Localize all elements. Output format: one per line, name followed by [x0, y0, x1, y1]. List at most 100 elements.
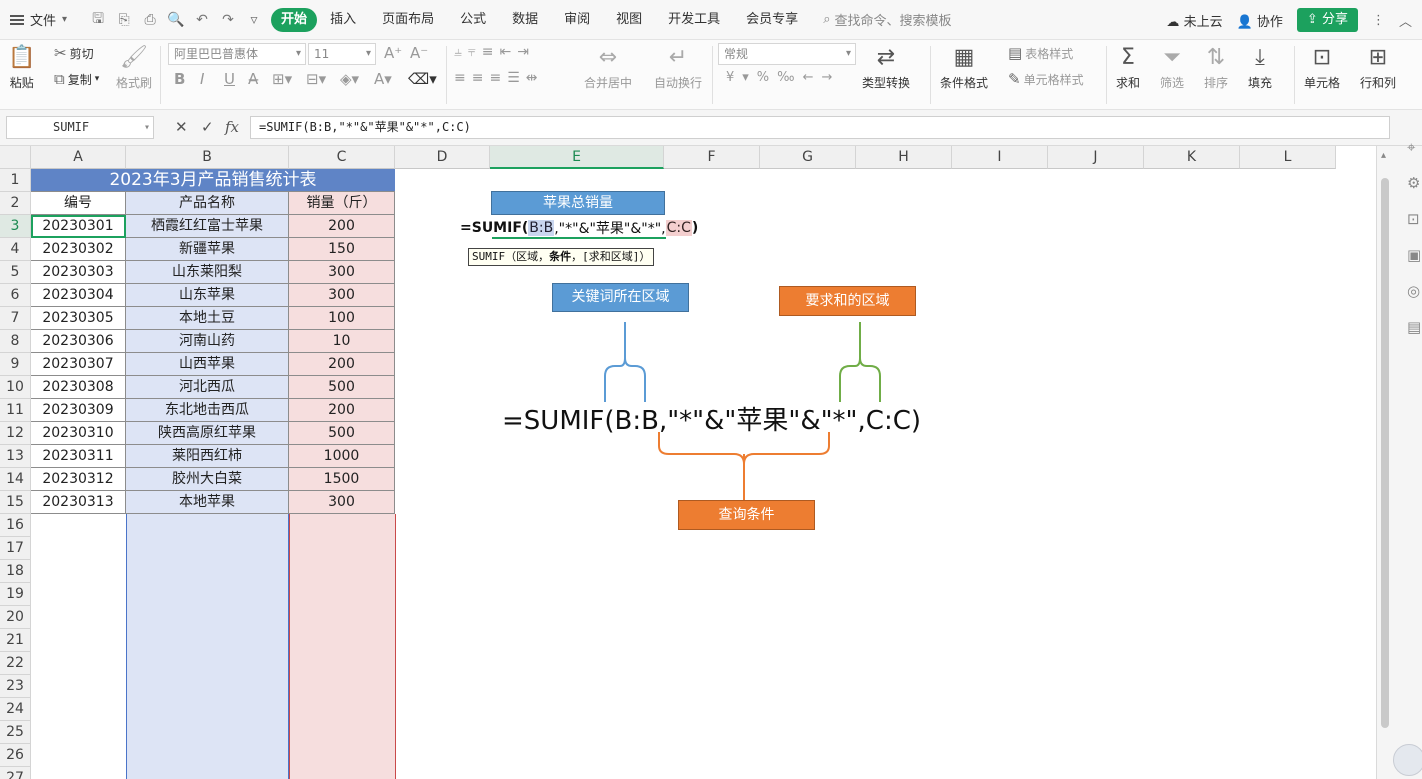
tab-member[interactable]: 会员专享 [733, 8, 811, 32]
search-placeholder: 查找命令、搜索模板 [834, 14, 952, 29]
cell-style-brush-icon: ✎ [1008, 70, 1021, 88]
crop-icon[interactable]: ⊡ [1407, 210, 1420, 228]
font-color-icon[interactable]: A▾ [374, 70, 392, 88]
font-name-select[interactable]: 阿里巴巴普惠体 [168, 43, 306, 65]
copy-icon: ⧉ [54, 70, 65, 88]
collab-button[interactable]: 👤 协作 [1237, 11, 1283, 30]
paste-button[interactable]: 📋 粘贴 [8, 42, 35, 91]
sort-icon: ⇅ [1206, 45, 1226, 70]
share-icon: ⇪ [1306, 12, 1318, 27]
copy-button[interactable]: ⧉ 复制 ▾ [54, 70, 99, 88]
tab-home[interactable]: 开始 [271, 7, 318, 32]
wrap-icon: ↵ [668, 45, 688, 70]
print-preview-icon[interactable]: 🔍 [165, 9, 187, 31]
sum-button[interactable]: Σ 求和 [1116, 42, 1140, 91]
cell-style-button[interactable]: ✎ 单元格样式 [1008, 70, 1084, 88]
file-menu[interactable]: 文件 ▾ [0, 6, 77, 34]
sliders-icon[interactable]: ⚙ [1407, 174, 1420, 192]
underline-icon[interactable]: U [224, 70, 235, 88]
cloud-icon: ☁ [1166, 14, 1180, 30]
tab-insert[interactable]: 插入 [317, 8, 369, 32]
formula-input[interactable]: =SUMIF(B:B,"*"&"苹果"&"*",C:C) [250, 116, 1390, 139]
big-formula-text: =SUMIF(B:B,"*"&"苹果"&"*",C:C) [502, 406, 921, 436]
merge-icon: ⇔ [598, 45, 618, 70]
font-grow-icon[interactable]: A⁺ [384, 44, 402, 62]
border-icon[interactable]: ⊞▾ [272, 70, 292, 88]
brace-annotations [604, 322, 881, 500]
tab-data[interactable]: 数据 [499, 8, 551, 32]
confirm-icon[interactable]: ✓ [201, 118, 214, 136]
image-icon[interactable]: ▣ [1407, 246, 1421, 264]
clear-icon[interactable]: ⌫▾ [408, 70, 437, 88]
strikethrough-icon[interactable]: A̶ [248, 70, 258, 88]
italic-icon[interactable]: I [200, 70, 204, 88]
right-menu: ☁ 未上云 👤 协作 ⇪ 分享 ⋮ ︿ [1166, 8, 1412, 32]
table-style-button[interactable]: ▤ 表格样式 [1008, 44, 1073, 62]
wrap-text-button[interactable]: ↵ 自动换行 [654, 42, 702, 91]
font-shrink-icon[interactable]: A⁻ [410, 44, 428, 62]
ribbon-tabs: 开始 插入 页面布局 公式 数据 审阅 视图 开发工具 会员专享 [271, 7, 811, 32]
ribbon-separator [712, 46, 713, 104]
cancel-icon[interactable]: ✕ [175, 118, 188, 136]
tab-view[interactable]: 视图 [603, 8, 655, 32]
share-button[interactable]: ⇪ 分享 [1296, 8, 1358, 32]
tab-review[interactable]: 审阅 [551, 8, 603, 32]
funnel-icon: ⏷ [1163, 45, 1181, 70]
bold-icon[interactable]: B [174, 70, 185, 88]
file-menu-label: 文件 [30, 14, 57, 29]
search-icon: ⌕ [823, 12, 831, 27]
tab-developer[interactable]: 开发工具 [655, 8, 733, 32]
sigma-icon: Σ [1121, 45, 1135, 70]
tab-formulas[interactable]: 公式 [447, 8, 499, 32]
query-condition-label[interactable]: 查询条件 [678, 500, 815, 530]
clipboard-icon: 📋 [8, 45, 36, 70]
customize-icon[interactable]: ▿ [243, 9, 265, 31]
book-icon[interactable]: ▤ [1407, 318, 1421, 336]
align-horizontal-icons[interactable]: ≡≡≡☰⇹ [454, 70, 543, 86]
table-grid-icon: ▦ [953, 45, 975, 70]
pointer-icon[interactable]: ⌖ [1407, 138, 1415, 156]
number-format-icons[interactable]: ¥▾%‰←→ [726, 70, 840, 85]
formula-bar: SUMIF ✕ ✓ fx =SUMIF(B:B,"*"&"苹果"&"*",C:C… [0, 110, 1422, 146]
save-icon[interactable]: 🖫 [87, 9, 109, 31]
sort-button[interactable]: ⇅ 排序 [1204, 42, 1228, 91]
tab-page-layout[interactable]: 页面布局 [369, 8, 447, 32]
number-format-select[interactable]: 常规 [718, 43, 856, 65]
type-convert-button[interactable]: ⇄ 类型转换 [862, 42, 910, 91]
ribbon-separator [160, 46, 161, 104]
fill-button[interactable]: ⤓ 填充 [1248, 42, 1272, 91]
filter-button[interactable]: ⏷ 筛选 [1160, 42, 1184, 91]
location-icon[interactable]: ◎ [1407, 282, 1420, 300]
menu-bar: 文件 ▾ 🖫 ⎘ ⎙ 🔍 ↶ ↷ ▿ 开始 插入 页面布局 公式 数据 审阅 视… [0, 0, 1422, 40]
scroll-up-icon[interactable]: ▴ [1381, 150, 1393, 161]
fill-color-icon[interactable]: ◈▾ [340, 70, 359, 88]
cell-style-icon[interactable]: ⊟▾ [306, 70, 326, 88]
align-top-icons[interactable]: ⫨⫧≡⇤⇥ [454, 44, 535, 60]
sum-range-brace [839, 322, 881, 402]
export-icon[interactable]: ⎘ [113, 9, 135, 31]
redo-icon[interactable]: ↷ [217, 9, 239, 31]
collapse-icon[interactable]: ︿ [1399, 11, 1412, 30]
merge-center-button[interactable]: ⇔ 合并居中 [584, 42, 632, 91]
cloud-status[interactable]: ☁ 未上云 [1166, 11, 1222, 30]
conditional-format-button[interactable]: ▦ 条件格式 [940, 42, 988, 91]
quick-access-toolbar: 🖫 ⎘ ⎙ 🔍 ↶ ↷ ▿ [87, 9, 265, 31]
undo-icon[interactable]: ↶ [191, 9, 213, 31]
more-icon[interactable]: ⋮ [1372, 13, 1385, 28]
hamburger-icon [10, 14, 24, 25]
fx-icon[interactable]: fx [225, 118, 239, 136]
font-size-select[interactable]: 11 [308, 43, 376, 65]
vertical-scrollbar[interactable] [1381, 178, 1389, 728]
table-style-icon: ▤ [1008, 44, 1023, 62]
command-search[interactable]: ⌕ 查找命令、搜索模板 [823, 10, 951, 29]
convert-icon: ⇄ [876, 45, 896, 70]
print-icon[interactable]: ⎙ [139, 9, 161, 31]
row-col-button[interactable]: ⊞ 行和列 [1360, 42, 1396, 91]
spreadsheet-grid: ABCDEFGHIJKL 1 2 3 4 5 6 7 8 9 10 11 12 13 14 15 16 17 18… [0, 146, 1376, 779]
cell-button[interactable]: ⊡ 单元格 [1304, 42, 1340, 91]
keyword-brace [604, 322, 646, 402]
assistant-avatar[interactable] [1393, 744, 1422, 776]
name-box[interactable]: SUMIF [6, 116, 154, 139]
format-painter-button[interactable]: 🖌 格式刷 [116, 42, 152, 91]
cut-button[interactable]: ✂ 剪切 [54, 44, 94, 62]
